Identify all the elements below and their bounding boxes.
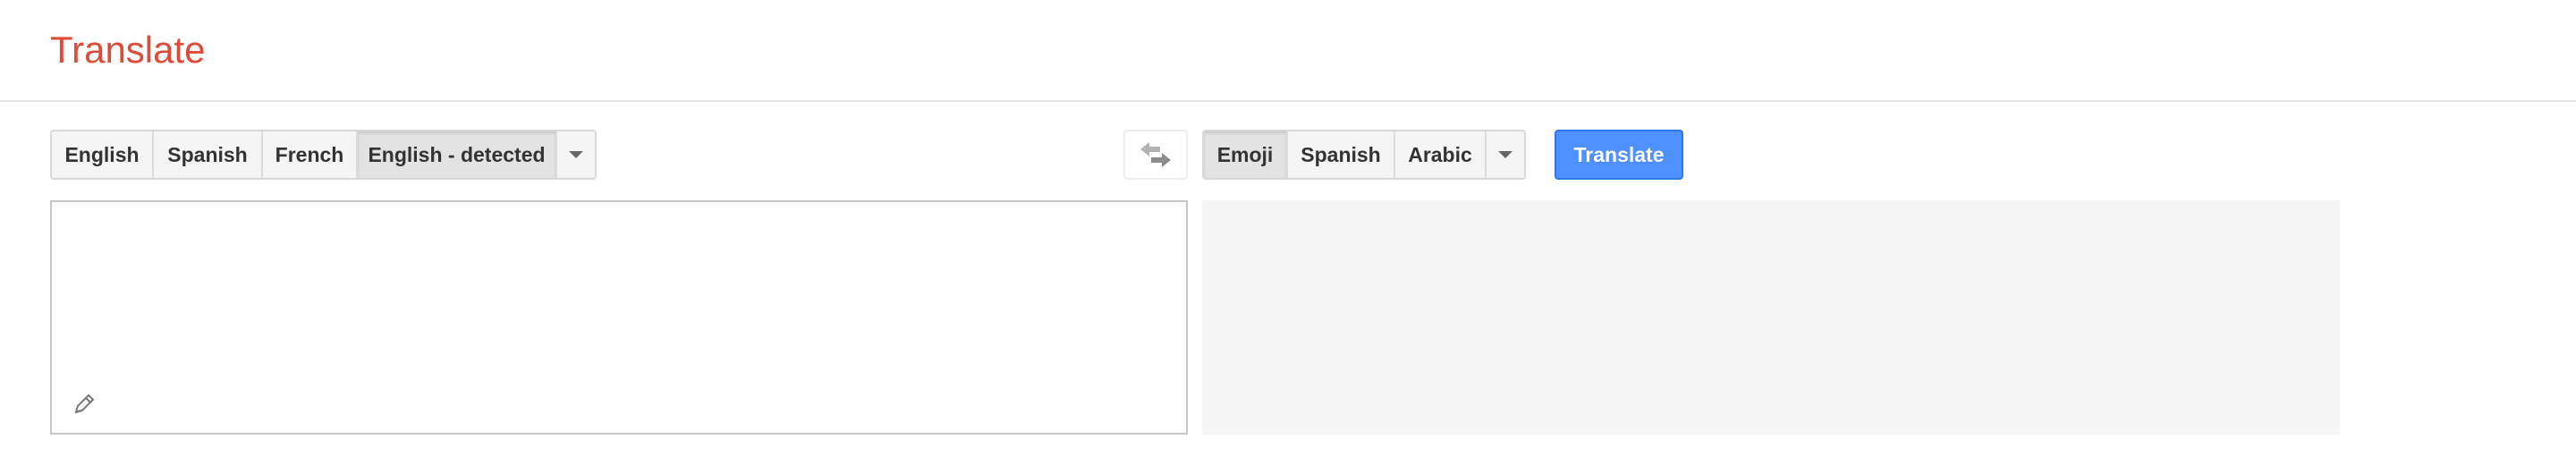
chevron-down-icon xyxy=(569,151,583,158)
source-lang-detected[interactable]: English - detected xyxy=(358,131,557,178)
header: Translate xyxy=(0,0,2576,102)
target-language-bar: Emoji Spanish Arabic xyxy=(1202,130,1526,180)
swap-arrows-icon xyxy=(1140,142,1171,167)
target-lang-spanish[interactable]: Spanish xyxy=(1288,131,1395,178)
translate-button[interactable]: Translate xyxy=(1555,130,1683,180)
source-language-bar: English Spanish French English - detecte… xyxy=(50,130,597,180)
translation-output xyxy=(1202,200,2340,435)
target-language-dropdown[interactable] xyxy=(1487,131,1524,178)
swap-languages-button[interactable] xyxy=(1123,130,1188,180)
target-lang-arabic[interactable]: Arabic xyxy=(1395,131,1487,178)
pencil-icon[interactable] xyxy=(72,392,97,417)
source-text-input[interactable] xyxy=(52,202,1186,433)
source-lang-french[interactable]: French xyxy=(263,131,358,178)
chevron-down-icon xyxy=(1498,151,1513,158)
source-text-box xyxy=(50,200,1188,435)
source-lang-spanish[interactable]: Spanish xyxy=(154,131,263,178)
target-lang-emoji[interactable]: Emoji xyxy=(1204,131,1288,178)
source-lang-english[interactable]: English xyxy=(52,131,154,178)
page-title: Translate xyxy=(50,29,206,71)
translate-app: Translate English Spanish French English… xyxy=(0,0,2576,456)
source-language-dropdown[interactable] xyxy=(557,131,595,178)
